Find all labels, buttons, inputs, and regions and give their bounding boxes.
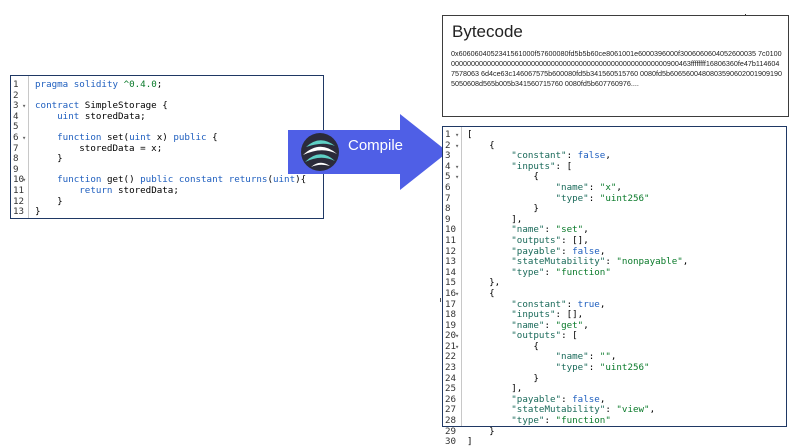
- code-line: }: [467, 425, 495, 437]
- fold-toggle-icon[interactable]: ▾: [455, 162, 459, 173]
- code-line: ]: [467, 436, 473, 448]
- code-line: },: [467, 277, 501, 289]
- line-number-text: 30: [445, 436, 457, 448]
- code-line: return storedData;: [79, 184, 179, 196]
- code-line: function set(uint x) public {: [57, 131, 218, 143]
- solidity-source-panel: 1 2 3 ▾ 4 5 6 ▾ 7 8 9 10 ▾ 11 12 13 pragma solidity ^0.…: [10, 75, 324, 219]
- line-number-text: 1: [13, 79, 19, 90]
- line-number: 16 ▾: [443, 288, 461, 300]
- code-line: }: [35, 153, 63, 165]
- stray-mark: [440, 298, 441, 302]
- abi-code-lines: [ { "constant": false, "inputs": [ { "na…: [467, 127, 688, 448]
- line-number: 11: [11, 184, 28, 197]
- abi-json-panel: 1 ▾ 2 ▾ 3 4 ▾ 5 ▾ 6 7 8 9 10 11 12 13 14 15 16 ▾ 17 18 19 20 ▾ 21 ▾…: [442, 126, 787, 447]
- fold-toggle-icon[interactable]: ▾: [455, 289, 459, 300]
- code-line: pragma solidity ^0.4.0;: [35, 79, 163, 90]
- bytecode-panel: Bytecode 0x6060604052341561000f57600080f…: [442, 15, 789, 117]
- code-line: uint storedData;: [57, 110, 146, 122]
- code-line: "type": "function": [511, 266, 611, 278]
- bytecode-title: Bytecode: [452, 22, 523, 41]
- line-number-text: 11: [445, 234, 457, 246]
- solidity-line-gutter: 1 2 3 ▾ 4 5 6 ▾ 7 8 9 10 ▾ 11 12 13: [11, 76, 29, 218]
- line-number: 11: [443, 234, 461, 247]
- line-number-text: 13: [13, 206, 25, 218]
- code-line: }: [35, 206, 41, 218]
- compile-label: Compile: [348, 137, 404, 154]
- fold-toggle-icon[interactable]: ▾: [22, 133, 26, 144]
- abi-line-gutter: 1 ▾ 2 ▾ 3 4 ▾ 5 ▾ 6 7 8 9 10 11 12 13 14 15 16 ▾ 17 18 19 20 ▾ 21 ▾…: [443, 127, 462, 447]
- fold-toggle-icon[interactable]: ▾: [455, 141, 459, 152]
- solidity-code-lines: pragma solidity ^0.4.0; contract SimpleS…: [35, 76, 306, 218]
- line-number-text: 6: [445, 181, 451, 193]
- fold-toggle-icon[interactable]: ▾: [455, 172, 459, 183]
- line-number-text: 6: [13, 131, 19, 143]
- line-number: 6 ▾: [11, 131, 28, 144]
- line-number: 30: [443, 437, 461, 448]
- fold-toggle-icon[interactable]: ▾: [22, 101, 26, 112]
- line-number: 1: [11, 79, 28, 91]
- code-line: }: [35, 195, 63, 207]
- code-line: "type": "function": [511, 415, 611, 427]
- bytecode-text: 0x6060604052341561000f57600080fd5b5b60ce…: [451, 49, 782, 88]
- line-number-text: 1: [445, 129, 451, 140]
- line-number-text: 11: [13, 184, 25, 196]
- line-number: 13: [11, 207, 28, 218]
- line-number: 6: [443, 181, 461, 194]
- compiler-logo-icon: [301, 133, 339, 171]
- code-line: storedData = x;: [35, 142, 163, 154]
- fold-toggle-icon[interactable]: ▾: [455, 130, 459, 141]
- line-number: 1 ▾: [443, 129, 461, 141]
- code-line: [: [467, 129, 473, 140]
